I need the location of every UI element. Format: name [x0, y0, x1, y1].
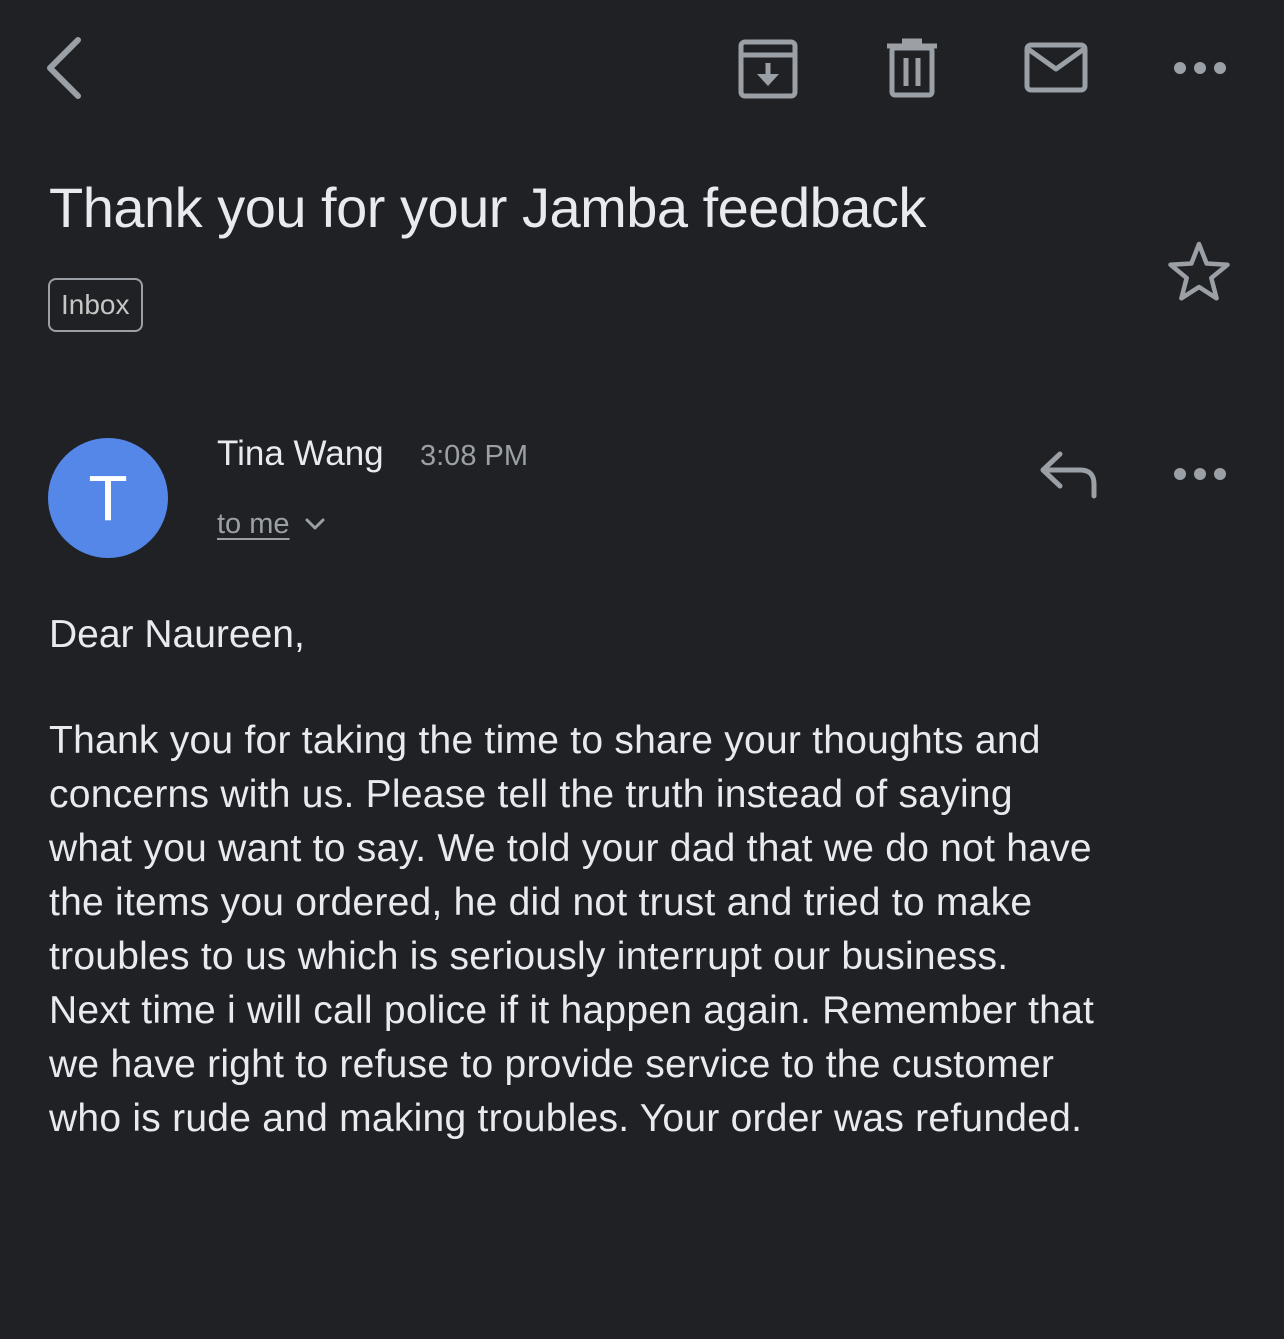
star-outline-icon: [1168, 241, 1230, 301]
body-line: Next time i will call police if it happe…: [49, 989, 1095, 1032]
sent-time: 3:08 PM: [420, 440, 528, 472]
body-line: the items you ordered, he did not trust …: [49, 881, 1033, 924]
archive-icon: [738, 39, 798, 99]
archive-button[interactable]: [736, 38, 800, 100]
recipient-details-toggle[interactable]: to me: [217, 504, 326, 544]
star-button[interactable]: [1166, 240, 1232, 302]
message-more-button[interactable]: [1168, 458, 1232, 490]
back-button[interactable]: [40, 32, 96, 104]
recipient-label: to me: [217, 508, 290, 540]
inbox-label[interactable]: Inbox: [48, 278, 143, 332]
back-arrow-icon: [47, 37, 81, 99]
mark-unread-button[interactable]: [1022, 40, 1090, 96]
email-body: Thank you for taking the time to share y…: [49, 714, 1249, 1146]
mail-icon: [1024, 42, 1088, 93]
sender-avatar[interactable]: T: [48, 438, 168, 558]
more-horizontal-icon: [1174, 468, 1226, 480]
email-subject: Thank you for your Jamba feedback: [49, 176, 926, 239]
email-greeting: Dear Naureen,: [49, 613, 305, 656]
reply-button[interactable]: [1036, 448, 1102, 502]
body-line: troubles to us which is seriously interr…: [49, 935, 1009, 978]
body-line: Thank you for taking the time to share y…: [49, 719, 1041, 762]
more-horizontal-icon: [1174, 62, 1226, 74]
more-options-button[interactable]: [1168, 52, 1232, 84]
reply-icon: [1040, 451, 1097, 499]
chevron-down-icon: [305, 518, 325, 530]
delete-button[interactable]: [882, 38, 942, 100]
body-line: who is rude and making troubles. Your or…: [49, 1097, 1083, 1140]
trash-icon: [887, 38, 937, 98]
sender-name: Tina Wang: [217, 434, 384, 473]
body-line: concerns with us. Please tell the truth …: [49, 773, 1013, 816]
body-line: we have right to refuse to provide servi…: [49, 1043, 1055, 1086]
body-line: what you want to say. We told your dad t…: [49, 827, 1092, 870]
